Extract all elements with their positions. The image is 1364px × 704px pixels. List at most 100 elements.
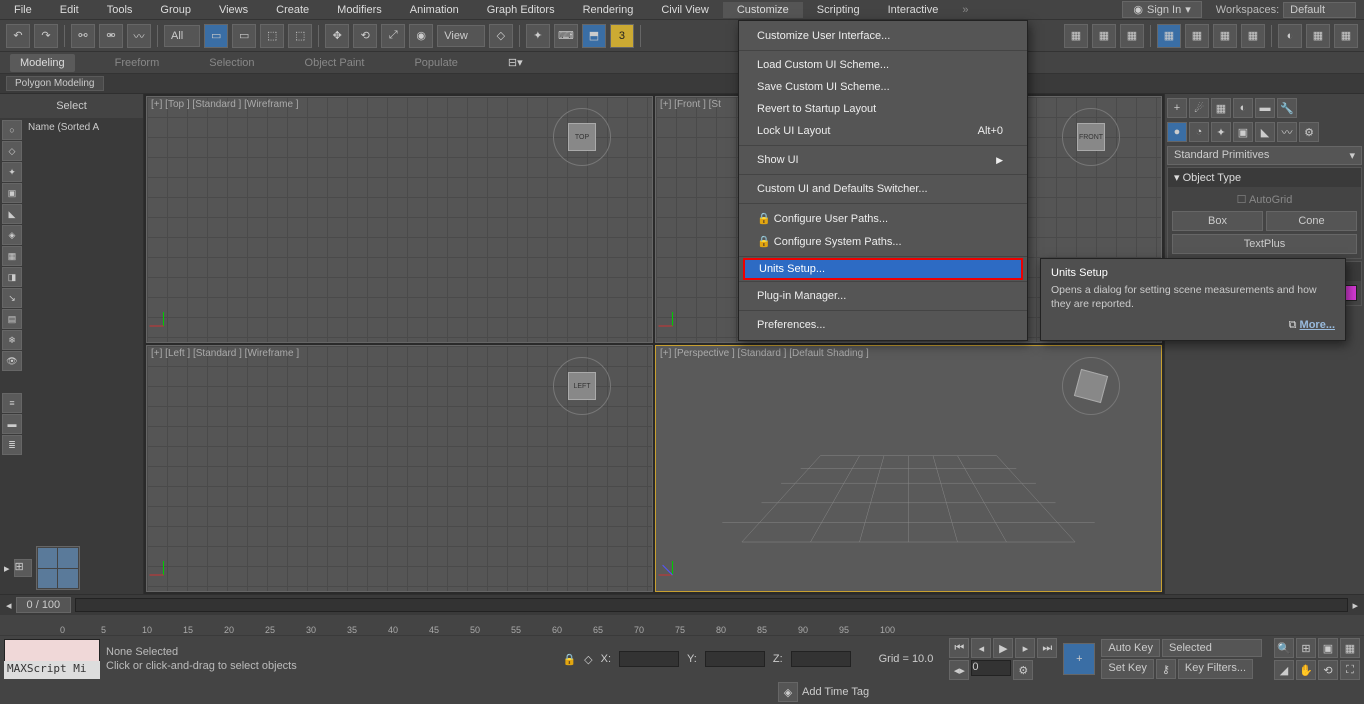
zoom-extents-all-button[interactable]: ▦ — [1340, 638, 1360, 658]
key-filters-button[interactable]: Key Filters... — [1178, 659, 1253, 679]
name-column-header[interactable]: Name (Sorted A — [24, 118, 143, 457]
menu-overflow-icon[interactable]: » — [962, 4, 968, 16]
display-none-icon[interactable]: ▬ — [2, 414, 22, 434]
object-type-header[interactable]: ▾ Object Type — [1168, 168, 1361, 187]
ribbon-tab-modeling[interactable]: Modeling — [10, 54, 75, 72]
play-button[interactable]: ▶ — [993, 638, 1013, 658]
filter-cameras-icon[interactable]: ▣ — [2, 183, 22, 203]
auto-key-button[interactable]: Auto Key — [1101, 639, 1160, 657]
z-input[interactable] — [791, 651, 851, 667]
shapes-category-icon[interactable]: ◔ — [1189, 122, 1209, 142]
prev-frame-button[interactable]: ◂ — [971, 638, 991, 658]
workspace-dropdown[interactable]: Default — [1283, 2, 1356, 18]
redo-button[interactable]: ↷ — [34, 24, 58, 48]
filter-helpers-icon[interactable]: ◣ — [2, 204, 22, 224]
menu-item-revert-to-startup-layout[interactable]: Revert to Startup Layout — [739, 98, 1027, 120]
menu-edit[interactable]: Edit — [46, 2, 93, 18]
tooltip-more-link[interactable]: More... — [1300, 319, 1335, 331]
select-by-name-button[interactable]: ▭ — [232, 24, 256, 48]
menu-item-show-ui[interactable]: Show UI▶ — [739, 149, 1027, 171]
cameras-category-icon[interactable]: ▣ — [1233, 122, 1253, 142]
render-frame-button[interactable]: ▦ — [1092, 24, 1116, 48]
angle-snap-button[interactable]: 3 — [610, 24, 634, 48]
explorer-config-icon[interactable]: ⊞ — [14, 559, 32, 577]
display-tab-icon[interactable]: ▬ — [1255, 98, 1275, 118]
ribbon-tab-populate[interactable]: Populate — [404, 54, 467, 72]
menu-modifiers[interactable]: Modifiers — [323, 2, 396, 18]
key-mode-button[interactable]: ◂▸ — [949, 660, 969, 680]
material-editor-button[interactable]: ◐ — [1278, 24, 1302, 48]
motion-tab-icon[interactable]: ◐ — [1233, 98, 1253, 118]
menu-item-custom-ui-and-defaults-switcher[interactable]: Custom UI and Defaults Switcher... — [739, 178, 1027, 200]
display-all-icon[interactable]: ≡ — [2, 393, 22, 413]
goto-start-button[interactable]: ⏮ — [949, 638, 969, 658]
display-invert-icon[interactable]: ≣ — [2, 435, 22, 455]
ribbon-pin-icon[interactable]: ⊟▾ — [508, 56, 523, 69]
key-filters-icon[interactable]: ⚷ — [1156, 659, 1176, 679]
menu-item-plug-in-manager[interactable]: Plug-in Manager... — [739, 285, 1027, 307]
keyboard-shortcut-button[interactable]: ⌨ — [554, 24, 578, 48]
helpers-category-icon[interactable]: ◣ — [1255, 122, 1275, 142]
menu-item-configure-user-paths[interactable]: 🔒 Configure User Paths... — [739, 207, 1027, 230]
fov-button[interactable]: ◢ — [1274, 660, 1294, 680]
systems-category-icon[interactable]: ⚙ — [1299, 122, 1319, 142]
viewport-top-label[interactable]: [+] [Top ] [Standard ] [Wireframe ] — [151, 99, 299, 110]
ref-coord-dropdown[interactable]: View — [437, 25, 485, 47]
zoom-extents-button[interactable]: ▣ — [1318, 638, 1338, 658]
selection-filter-dropdown[interactable]: All — [164, 25, 200, 47]
filter-containers-icon[interactable]: ▤ — [2, 309, 22, 329]
undo-button[interactable]: ↶ — [6, 24, 30, 48]
ribbon-tab-selection[interactable]: Selection — [199, 54, 264, 72]
add-time-tag-button[interactable]: ◈ Add Time Tag — [778, 682, 869, 702]
lock-icon[interactable]: 🔒 — [562, 653, 576, 666]
filter-frozen-icon[interactable]: ❄ — [2, 330, 22, 350]
ribbon-tab-object-paint[interactable]: Object Paint — [295, 54, 375, 72]
menu-interactive[interactable]: Interactive — [874, 2, 953, 18]
filter-spacewarps-icon[interactable]: ◈ — [2, 225, 22, 245]
toggle-d-button[interactable]: ▦ — [1241, 24, 1265, 48]
create-tab-icon[interactable]: + — [1167, 98, 1187, 118]
toggle-b-button[interactable]: ▦ — [1185, 24, 1209, 48]
pan-button[interactable]: ✋ — [1296, 660, 1316, 680]
pivot-center-button[interactable]: ◇ — [489, 24, 513, 48]
filter-hidden-icon[interactable]: 👁 — [2, 351, 22, 371]
frame-display[interactable]: 0 / 100 — [16, 597, 72, 613]
menu-rendering[interactable]: Rendering — [569, 2, 648, 18]
utilities-tab-icon[interactable]: 🔧 — [1277, 98, 1297, 118]
placement-button[interactable]: ◉ — [409, 24, 433, 48]
snap-toggle-button[interactable]: ⬒ — [582, 24, 606, 48]
hierarchy-tab-icon[interactable]: ▦ — [1211, 98, 1231, 118]
autogrid-checkbox[interactable]: ☐ AutoGrid — [1172, 191, 1357, 208]
track-next-icon[interactable]: ▸ — [1352, 599, 1358, 612]
time-slider[interactable] — [75, 598, 1348, 612]
filter-shapes-icon[interactable]: ◇ — [2, 141, 22, 161]
unlink-button[interactable]: ⚮ — [99, 24, 123, 48]
menu-item-configure-system-paths[interactable]: 🔒 Configure System Paths... — [739, 230, 1027, 253]
viewcube-top[interactable]: TOP — [552, 107, 612, 167]
menu-item-save-custom-ui-scheme[interactable]: Save Custom UI Scheme... — [739, 76, 1027, 98]
menu-views[interactable]: Views — [205, 2, 262, 18]
viewport-left-label[interactable]: [+] [Left ] [Standard ] [Wireframe ] — [151, 348, 299, 359]
filter-lights-icon[interactable]: ✦ — [2, 162, 22, 182]
filter-xrefs-icon[interactable]: ◨ — [2, 267, 22, 287]
spacewarps-category-icon[interactable]: 〰 — [1277, 122, 1297, 142]
next-frame-button[interactable]: ▸ — [1015, 638, 1035, 658]
orbit-button[interactable]: ⟲ — [1318, 660, 1338, 680]
viewcube-left[interactable]: LEFT — [552, 356, 612, 416]
menu-customize[interactable]: Customize — [723, 2, 803, 18]
menu-animation[interactable]: Animation — [396, 2, 473, 18]
y-input[interactable] — [705, 651, 765, 667]
viewcube-persp[interactable] — [1061, 356, 1121, 416]
modify-tab-icon[interactable]: ☄ — [1189, 98, 1209, 118]
select-region-window-button[interactable]: ⬚ — [288, 24, 312, 48]
link-button[interactable]: ⚯ — [71, 24, 95, 48]
textplus-button[interactable]: TextPlus — [1172, 234, 1357, 254]
filter-bones-icon[interactable]: ↘ — [2, 288, 22, 308]
box-button[interactable]: Box — [1172, 211, 1263, 231]
bind-spacewarp-button[interactable]: 〰 — [127, 24, 151, 48]
menu-tools[interactable]: Tools — [93, 2, 147, 18]
render-button[interactable]: ▦ — [1120, 24, 1144, 48]
frame-spinner[interactable]: 0 — [971, 660, 1011, 676]
menu-item-units-setup[interactable]: Units Setup... — [743, 258, 1023, 280]
track-prev-icon[interactable]: ◂ — [6, 599, 12, 612]
